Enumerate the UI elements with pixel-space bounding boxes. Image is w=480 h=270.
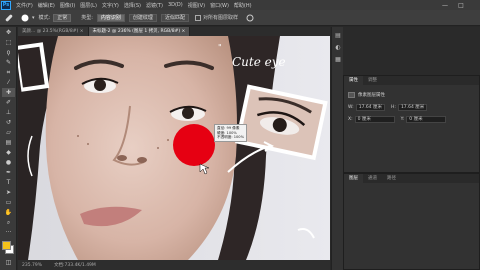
properties-panel: 属性 调整 像素图层属性 W: 17.64 厘米 H: 17.64 厘米 X: … bbox=[343, 75, 480, 173]
proximity-match-button[interactable]: 近似匹配 bbox=[160, 13, 189, 22]
w-label: W: bbox=[348, 105, 354, 110]
move-icon[interactable]: ✥ bbox=[2, 28, 15, 37]
content-aware-button[interactable]: 内容识别 bbox=[96, 13, 125, 22]
type-label: 类型: bbox=[81, 15, 93, 21]
quick-mask-icon[interactable]: ◫ bbox=[2, 258, 15, 267]
tab-document-1[interactable]: 美颜... @ 23.5%(RGB/8#) × bbox=[18, 27, 89, 36]
tab-layers[interactable]: 图层 bbox=[344, 174, 363, 183]
photo-canvas[interactable]: Cute eye " bbox=[18, 36, 330, 260]
layers-panel: 图层 通道 路径 bbox=[343, 173, 480, 270]
menu-file[interactable]: 文件(F) bbox=[16, 2, 33, 9]
pen-icon[interactable]: ✒ bbox=[2, 168, 15, 177]
brush-icon[interactable]: ✐ bbox=[2, 98, 15, 107]
y-field[interactable]: 0 厘米 bbox=[406, 116, 447, 123]
gradient-icon[interactable]: ▤ bbox=[2, 138, 15, 147]
tools-panel: ✥ ⬚ ϙ ✎ ⌗ ⁄ ✚ ✐ ⊥ ↺ ▱ ▤ ◆ ● ✒ T ➤ ▭ ✋ ⌕ … bbox=[0, 27, 17, 270]
section-title: 像素图层属性 bbox=[358, 92, 385, 98]
brush-preset-icon[interactable] bbox=[19, 13, 31, 23]
quick-select-icon[interactable]: ✎ bbox=[2, 58, 15, 67]
history-brush-icon[interactable]: ↺ bbox=[2, 118, 15, 127]
history-panel-icon[interactable]: ▤ bbox=[334, 31, 342, 39]
sample-all-label: 对所有图层取样 bbox=[202, 15, 238, 21]
menu-layer[interactable]: 图层(L) bbox=[80, 2, 97, 9]
dodge-icon[interactable]: ● bbox=[2, 158, 15, 167]
canvas-area[interactable]: Cute eye " 直径: 99 像素 硬度: 100% 不透明度: 100% bbox=[18, 36, 330, 260]
stamp-icon[interactable]: ⊥ bbox=[2, 108, 15, 117]
color-panel-icon[interactable]: ◐ bbox=[334, 43, 342, 51]
menu-image[interactable]: 图像(I) bbox=[60, 2, 75, 9]
hand-icon[interactable]: ✋ bbox=[2, 208, 15, 217]
svg-text:": " bbox=[218, 43, 222, 52]
pixel-layer-section: 像素图层属性 bbox=[348, 90, 479, 99]
mode-label: 模式: bbox=[38, 15, 51, 21]
brush-cursor bbox=[173, 124, 215, 166]
eraser-icon[interactable]: ▱ bbox=[2, 128, 15, 137]
x-field[interactable]: 0 厘米 bbox=[354, 116, 395, 123]
tab-paths[interactable]: 路径 bbox=[382, 174, 401, 183]
document-size: 文档:733.4K/1.49M bbox=[54, 263, 96, 268]
tab-properties[interactable]: 属性 bbox=[344, 76, 363, 85]
chevron-down-icon[interactable]: ▾ bbox=[32, 15, 35, 21]
maximize-button[interactable]: □ bbox=[454, 0, 468, 10]
menu-bar: Ps 文件(F) 编辑(E) 图像(I) 图层(L) 文字(Y) 选择(S) 滤… bbox=[0, 0, 480, 10]
document-tabs: 美颜... @ 23.5%(RGB/8#) × 未标题-2 @ 236% (图层… bbox=[18, 27, 330, 36]
rectangle-icon[interactable]: ▭ bbox=[2, 198, 15, 207]
pressure-icon[interactable] bbox=[246, 14, 254, 22]
size-row: W: 17.64 厘米 H: 17.64 厘米 bbox=[348, 103, 479, 112]
y-label: Y: bbox=[400, 117, 405, 122]
eyedropper-icon[interactable]: ⁄ bbox=[2, 78, 15, 87]
swatches-panel-icon[interactable]: ▦ bbox=[334, 55, 342, 63]
more-tools-icon[interactable]: ··· bbox=[2, 228, 15, 237]
tooltip-opacity: 不透明度: 100% bbox=[217, 135, 245, 140]
options-bar: ▾ 模式: 正常 类型: 内容识别 创建纹理 近似匹配 对所有图层取样 bbox=[0, 10, 480, 26]
menu-select[interactable]: 选择(S) bbox=[124, 2, 141, 9]
create-texture-button[interactable]: 创建纹理 bbox=[128, 13, 157, 22]
type-icon[interactable]: T bbox=[2, 178, 15, 187]
menu-window[interactable]: 窗口(W) bbox=[210, 2, 229, 9]
path-select-icon[interactable]: ➤ bbox=[2, 188, 15, 197]
zoom-level[interactable]: 235.79% bbox=[22, 263, 42, 268]
panel-icon-strip: ▤ ◐ ▦ bbox=[331, 27, 343, 270]
ps-logo: Ps bbox=[1, 0, 11, 10]
status-bar: 235.79% 文档:733.4K/1.49M bbox=[18, 260, 330, 270]
height-field[interactable]: 17.64 厘米 bbox=[397, 104, 428, 111]
healing-brush-icon[interactable]: ✚ bbox=[2, 88, 15, 97]
menu-view[interactable]: 视图(V) bbox=[188, 2, 205, 9]
position-row: X: 0 厘米 Y: 0 厘米 bbox=[348, 115, 479, 124]
healing-brush-tool-icon[interactable] bbox=[3, 12, 15, 24]
menu-filter[interactable]: 滤镜(T) bbox=[146, 2, 163, 9]
lasso-icon[interactable]: ϙ bbox=[2, 48, 15, 57]
brush-info-tooltip: 直径: 99 像素 硬度: 100% 不透明度: 100% bbox=[214, 124, 248, 142]
marquee-icon[interactable]: ⬚ bbox=[2, 38, 15, 47]
menu-3d[interactable]: 3D(D) bbox=[168, 2, 183, 8]
h-label: H: bbox=[391, 105, 396, 110]
blur-icon[interactable]: ◆ bbox=[2, 148, 15, 157]
zoom-icon[interactable]: ⌕ bbox=[2, 218, 15, 227]
right-panels: 属性 调整 像素图层属性 W: 17.64 厘米 H: 17.64 厘米 X: … bbox=[343, 27, 480, 270]
foreground-color-swatch[interactable] bbox=[2, 241, 11, 250]
crop-icon[interactable]: ⌗ bbox=[2, 68, 15, 77]
properties-tabs: 属性 调整 bbox=[344, 76, 479, 85]
color-swatches[interactable] bbox=[0, 239, 17, 257]
mode-select[interactable]: 正常 bbox=[53, 13, 72, 22]
sample-all-checkbox[interactable] bbox=[194, 14, 201, 21]
annotation-text: Cute eye bbox=[232, 55, 286, 69]
tab-channels[interactable]: 通道 bbox=[363, 174, 382, 183]
minimize-button[interactable]: — bbox=[438, 0, 452, 10]
menu-edit[interactable]: 编辑(E) bbox=[38, 2, 55, 9]
menu-type[interactable]: 文字(Y) bbox=[102, 2, 119, 9]
tab-adjustments[interactable]: 调整 bbox=[363, 76, 382, 85]
pixel-layer-icon bbox=[348, 91, 355, 98]
layers-tabs: 图层 通道 路径 bbox=[344, 174, 479, 183]
width-field[interactable]: 17.64 厘米 bbox=[355, 104, 386, 111]
menu-help[interactable]: 帮助(H) bbox=[234, 2, 252, 9]
x-label: X: bbox=[348, 117, 353, 122]
tab-document-2[interactable]: 未标题-2 @ 236% (图层 1 拷贝, RGB/8#) × bbox=[88, 27, 191, 36]
